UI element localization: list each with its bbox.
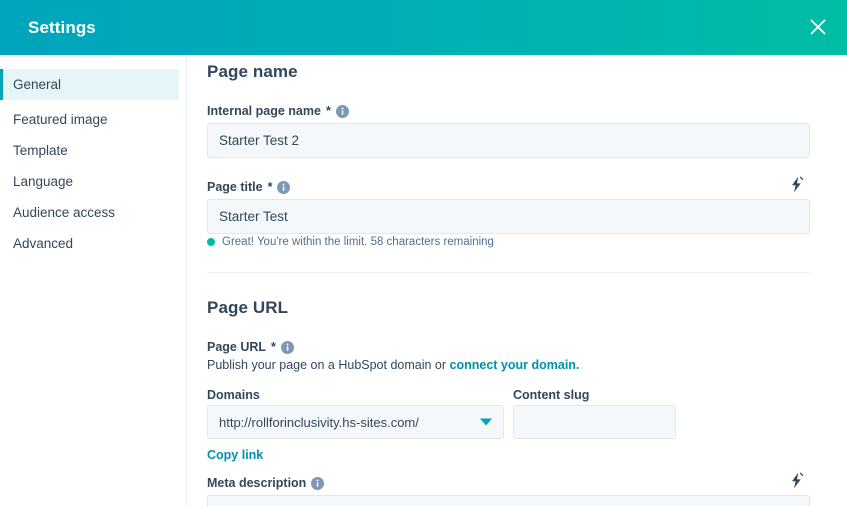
- page-url-field-label: Page URL *: [207, 340, 294, 354]
- required-marker: *: [325, 104, 331, 118]
- page-url-label-text: Page URL: [207, 340, 267, 354]
- page-title-helper-text: Great! You're within the limit. 58 chara…: [207, 236, 494, 248]
- settings-sidebar: General Featured image Template Language…: [0, 55, 187, 506]
- content-slug-input[interactable]: [513, 405, 676, 439]
- meta-description-textarea[interactable]: [207, 495, 810, 506]
- info-icon-glyph: [335, 104, 349, 118]
- required-marker: *: [267, 180, 273, 194]
- sidebar-item-audience-access[interactable]: Audience access: [0, 197, 179, 228]
- helper-text-label: Great! You're within the limit. 58 chara…: [222, 236, 494, 248]
- page-url-note: Publish your page on a HubSpot domain or…: [207, 358, 579, 372]
- copy-link-button[interactable]: Copy link: [207, 448, 263, 462]
- page-url-note-text: Publish your page on a HubSpot domain or: [207, 358, 450, 372]
- info-icon[interactable]: [311, 476, 325, 490]
- page-title: Settings: [28, 17, 96, 37]
- sidebar-item-label: Language: [13, 174, 74, 189]
- page-name-section-heading: Page name: [207, 62, 298, 81]
- status-dot-icon: [207, 238, 215, 246]
- info-icon[interactable]: [335, 104, 349, 118]
- close-button[interactable]: [801, 10, 835, 44]
- lightning-bolt-icon: [792, 176, 804, 193]
- lightning-bolt-icon: [792, 472, 804, 489]
- personalize-token-button[interactable]: [789, 472, 804, 489]
- page-title-input[interactable]: [207, 199, 810, 234]
- internal-page-name-label: Internal page name *: [207, 104, 349, 118]
- sidebar-item-advanced[interactable]: Advanced: [0, 228, 179, 259]
- domains-label: Domains: [207, 388, 260, 402]
- sidebar-item-label: General: [13, 77, 62, 92]
- domains-select[interactable]: http://rollforinclusivity.hs-sites.com/: [207, 405, 504, 439]
- settings-main-panel: Page name Internal page name * Page titl…: [188, 55, 847, 506]
- sidebar-item-featured-image[interactable]: Featured image: [0, 104, 179, 135]
- page-title-field-label: Page title *: [207, 180, 291, 194]
- chevron-down-icon: [480, 418, 492, 426]
- meta-description-label-text: Meta description: [207, 476, 307, 490]
- content-slug-label: Content slug: [513, 388, 590, 402]
- settings-modal: Settings General Featured image Template…: [0, 0, 847, 506]
- internal-page-name-label-text: Internal page name: [207, 104, 321, 118]
- meta-description-label: Meta description: [207, 476, 325, 490]
- sidebar-item-language[interactable]: Language: [0, 166, 179, 197]
- page-title-label-text: Page title: [207, 180, 263, 194]
- modal-header: Settings: [0, 0, 847, 55]
- sidebar-item-label: Featured image: [13, 112, 108, 127]
- info-icon-glyph: [277, 180, 291, 194]
- internal-page-name-input[interactable]: [207, 123, 810, 158]
- personalize-token-button[interactable]: [789, 176, 804, 193]
- info-icon[interactable]: [277, 180, 291, 194]
- connect-your-domain-link[interactable]: connect your domain.: [450, 358, 580, 372]
- info-icon-glyph: [311, 476, 325, 490]
- sidebar-item-template[interactable]: Template: [0, 135, 179, 166]
- info-icon-glyph: [280, 340, 294, 354]
- page-url-section-heading: Page URL: [207, 298, 289, 317]
- sidebar-item-general[interactable]: General: [0, 69, 179, 100]
- sidebar-item-label: Advanced: [13, 236, 74, 251]
- required-marker: *: [271, 340, 276, 354]
- domains-select-value: http://rollforinclusivity.hs-sites.com/: [219, 414, 419, 430]
- close-icon: [810, 19, 826, 35]
- sidebar-item-label: Audience access: [13, 205, 116, 220]
- section-divider: [207, 272, 810, 273]
- info-icon[interactable]: [280, 340, 294, 354]
- sidebar-item-label: Template: [13, 143, 68, 158]
